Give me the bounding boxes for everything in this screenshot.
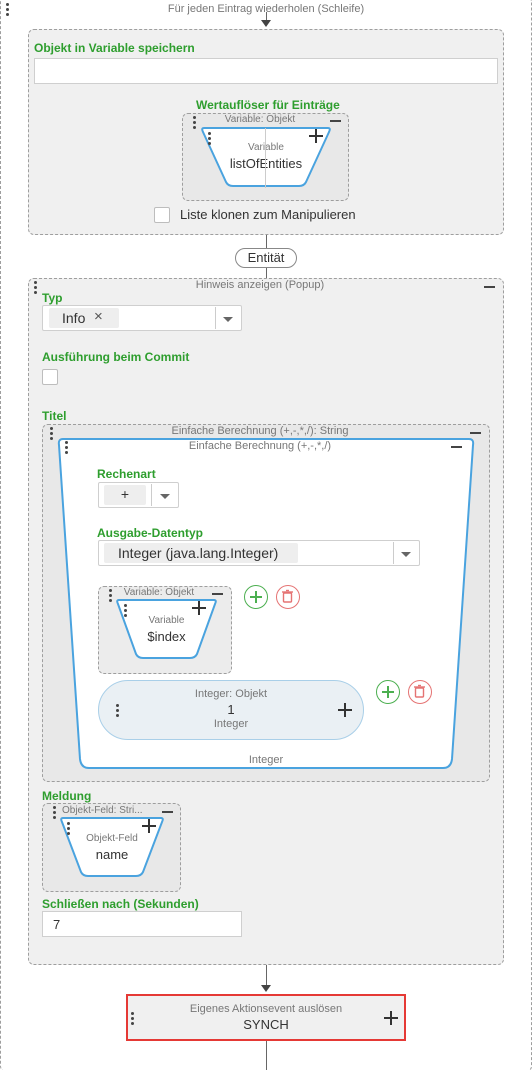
name-node-value: name — [95, 847, 129, 862]
delete-operand-button-2[interactable] — [408, 680, 432, 704]
message-collapse-icon[interactable] — [162, 811, 173, 813]
op-dropdown-icon[interactable] — [160, 494, 170, 499]
plus-icon-vertical — [255, 591, 257, 603]
out-value: Integer (java.lang.Integer) — [118, 545, 279, 561]
close-after-input[interactable]: 7 — [42, 911, 242, 937]
trash-icon — [282, 589, 293, 603]
close-after-label: Schließen nach (Sekunden) — [42, 897, 199, 911]
calc-footer: Integer — [248, 754, 284, 766]
popup-title: Hinweis anzeigen (Popup) — [195, 279, 325, 291]
name-node-type: Objekt-Feld — [86, 833, 138, 844]
trash-icon — [414, 684, 425, 698]
index-collapse-icon[interactable] — [212, 593, 223, 595]
index-caption: Variable: Objekt — [123, 587, 195, 598]
calc-outer-collapse-icon[interactable] — [470, 432, 481, 434]
calc-outer-caption: Einfache Berechnung (+,-,*,/): String — [171, 425, 349, 437]
add-operand-button-2[interactable] — [376, 680, 400, 704]
action-caption: Eigenes Aktionsevent auslösen — [189, 1003, 343, 1015]
integer-sub: Integer — [213, 718, 249, 730]
arrow-top — [261, 20, 271, 27]
clone-list-label: Liste klonen zum Manipulieren — [180, 207, 356, 222]
plus-icon-vertical — [387, 686, 389, 698]
field-caption: Objekt-Feld: Stri... — [62, 805, 143, 816]
action-add-icon[interactable] — [384, 1011, 398, 1025]
entity-tag: Entität — [235, 248, 297, 268]
index-node-add-icon[interactable] — [192, 601, 206, 615]
store-variable-input[interactable] — [34, 58, 498, 84]
out-label: Ausgabe-Datentyp — [97, 526, 204, 540]
out-dropdown-icon[interactable] — [401, 552, 411, 557]
resolver-variable-caption: Variable: Objekt — [224, 114, 296, 125]
resolver-collapse-icon[interactable] — [330, 120, 341, 122]
popup-collapse-icon[interactable] — [484, 286, 495, 288]
out-divider — [393, 542, 394, 564]
resolver-label: Wertauflöser für Einträge — [196, 98, 340, 112]
delete-operand-button-1[interactable] — [276, 585, 300, 609]
index-node-value: $index — [147, 629, 186, 644]
op-value: + — [120, 486, 130, 502]
list-of-entities-node[interactable]: Variable listOfEntities — [200, 126, 332, 188]
close-after-value: 7 — [53, 917, 61, 932]
type-chip-label: Info — [62, 310, 86, 326]
message-slot-drag-handle[interactable] — [53, 806, 57, 821]
integer-caption: Integer: Objekt — [194, 688, 268, 700]
commit-checkbox[interactable] — [42, 369, 58, 385]
type-dropdown-icon[interactable] — [223, 317, 233, 322]
op-divider — [151, 484, 152, 506]
integer-add-icon[interactable] — [338, 703, 352, 717]
type-select-divider — [215, 307, 216, 329]
action-value: SYNCH — [243, 1017, 289, 1032]
node-type: Variable — [200, 142, 332, 153]
arrow-action — [261, 985, 271, 992]
node-add-icon[interactable] — [309, 129, 323, 143]
title-label: Titel — [42, 409, 67, 423]
integer-value: 1 — [227, 702, 235, 717]
type-chip-remove[interactable]: × — [94, 308, 103, 325]
index-node[interactable]: Variable $index — [115, 598, 218, 660]
commit-label: Ausführung beim Commit — [42, 350, 190, 364]
calc-node-collapse-icon[interactable] — [451, 446, 462, 448]
node-divider — [265, 128, 266, 188]
add-operand-button-1[interactable] — [244, 585, 268, 609]
name-node-add-icon[interactable] — [142, 819, 156, 833]
message-label: Meldung — [42, 789, 92, 803]
store-variable-label: Objekt in Variable speichern — [34, 41, 195, 55]
connector-action — [266, 965, 267, 987]
calc-inner-caption: Einfache Berechnung (+,-,*,/) — [188, 440, 332, 452]
clone-list-checkbox[interactable] — [154, 207, 170, 223]
node-value: listOfEntities — [229, 156, 303, 171]
op-label: Rechenart — [97, 467, 156, 481]
name-field-node[interactable]: Objekt-Feld name — [59, 816, 165, 878]
type-label: Typ — [42, 291, 63, 305]
index-node-type: Variable — [148, 615, 185, 626]
connector-bottom — [266, 1041, 267, 1070]
